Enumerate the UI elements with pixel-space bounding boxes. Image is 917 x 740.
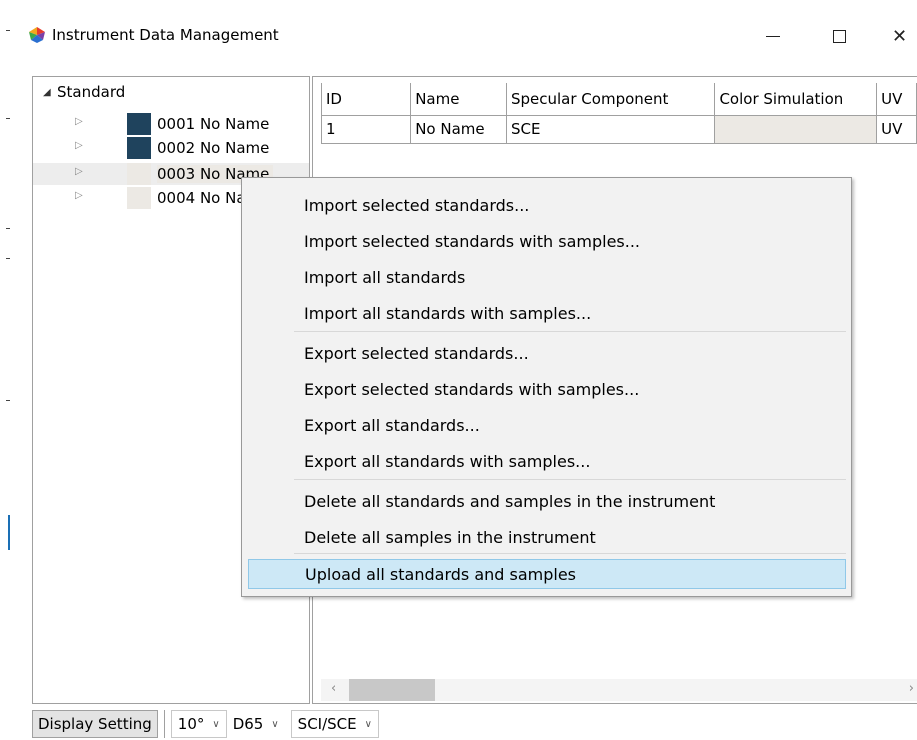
tree-item-label: 0002 No Name bbox=[157, 139, 270, 157]
menu-separator bbox=[294, 479, 846, 480]
collapsed-triangle-icon[interactable]: ▷ bbox=[75, 116, 83, 127]
minimize-button[interactable] bbox=[750, 18, 796, 54]
mode-select[interactable]: SCI/SCE ∨ bbox=[290, 710, 379, 738]
menu-item-import-all-with-samples[interactable]: Import all standards with samples... bbox=[248, 298, 846, 328]
instrument-data-window: Instrument Data Management ✕ ◢ Standard … bbox=[0, 0, 917, 740]
scroll-left-icon[interactable]: ‹ bbox=[331, 681, 336, 696]
horizontal-scrollbar[interactable]: ‹ › bbox=[321, 679, 917, 701]
cell-name[interactable]: No Name bbox=[410, 114, 507, 144]
menu-item-export-all[interactable]: Export all standards... bbox=[248, 410, 846, 440]
column-header-uv[interactable]: UV bbox=[876, 83, 917, 116]
column-header-specular[interactable]: Specular Component bbox=[505, 83, 716, 116]
illuminant-select[interactable]: D65 ∨ bbox=[232, 710, 285, 738]
tree-item[interactable]: ▷ 0001 No Name bbox=[33, 113, 309, 135]
observer-select[interactable]: 10° ∨ bbox=[170, 710, 227, 738]
column-header-id[interactable]: ID bbox=[320, 83, 412, 116]
title-bar: Instrument Data Management ✕ bbox=[10, 0, 917, 68]
window-title: Instrument Data Management bbox=[52, 26, 279, 44]
menu-item-delete-standards-and-samples[interactable]: Delete all standards and samples in the … bbox=[248, 486, 846, 516]
grid-header-row: ID Name Specular Component Color Simulat… bbox=[320, 83, 917, 116]
table-row[interactable]: 1 No Name SCE UV bbox=[320, 114, 917, 144]
collapsed-triangle-icon[interactable]: ▷ bbox=[75, 190, 83, 201]
close-button[interactable]: ✕ bbox=[882, 18, 917, 54]
maximize-button[interactable] bbox=[816, 18, 862, 54]
mode-value: SCI/SCE bbox=[297, 715, 357, 733]
collapsed-triangle-icon[interactable]: ▷ bbox=[75, 140, 83, 151]
maximize-icon bbox=[832, 29, 846, 43]
color-swatch bbox=[127, 187, 151, 209]
tree-item-label: 0001 No Name bbox=[157, 115, 270, 133]
palette-icon bbox=[28, 26, 46, 44]
collapsed-triangle-icon[interactable]: ▷ bbox=[75, 166, 83, 177]
cell-uv[interactable]: UV bbox=[876, 114, 917, 144]
column-header-name[interactable]: Name bbox=[410, 83, 507, 116]
color-swatch bbox=[127, 113, 151, 135]
color-swatch bbox=[127, 137, 151, 159]
data-grid[interactable]: ID Name Specular Component Color Simulat… bbox=[320, 83, 917, 144]
menu-separator bbox=[294, 553, 846, 554]
chevron-down-icon: ∨ bbox=[271, 718, 279, 730]
tree-root-label: Standard bbox=[57, 83, 126, 101]
color-swatch bbox=[127, 163, 151, 185]
cell-specular[interactable]: SCE bbox=[505, 114, 716, 144]
menu-item-import-selected-with-samples[interactable]: Import selected standards with samples..… bbox=[248, 226, 846, 256]
menu-item-import-all[interactable]: Import all standards bbox=[248, 262, 846, 292]
menu-item-delete-samples[interactable]: Delete all samples in the instrument bbox=[248, 522, 846, 552]
menu-item-import-selected[interactable]: Import selected standards... bbox=[248, 190, 846, 220]
column-header-color-simulation[interactable]: Color Simulation bbox=[714, 83, 878, 116]
menu-item-export-all-with-samples[interactable]: Export all standards with samples... bbox=[248, 446, 846, 476]
expanded-triangle-icon[interactable]: ◢ bbox=[43, 87, 57, 98]
cell-id[interactable]: 1 bbox=[320, 114, 412, 144]
context-menu: Import selected standards... Import sele… bbox=[241, 177, 852, 597]
scroll-right-icon[interactable]: › bbox=[909, 681, 914, 696]
toolbar-separator bbox=[163, 710, 165, 738]
close-icon: ✕ bbox=[892, 25, 908, 47]
left-window-edge bbox=[0, 0, 10, 740]
menu-item-export-selected[interactable]: Export selected standards... bbox=[248, 338, 846, 368]
scrollbar-thumb[interactable] bbox=[349, 679, 435, 701]
chevron-down-icon: ∨ bbox=[364, 718, 372, 730]
chevron-down-icon: ∨ bbox=[212, 718, 220, 730]
menu-item-upload-all[interactable]: Upload all standards and samples bbox=[248, 559, 846, 589]
cell-color-simulation[interactable] bbox=[714, 114, 878, 144]
display-setting-button[interactable]: Display Setting bbox=[32, 710, 158, 738]
bottom-toolbar: Display Setting 10° ∨ D65 ∨ SCI/SCE ∨ bbox=[32, 708, 385, 740]
tree-root-standard[interactable]: ◢ Standard bbox=[43, 81, 125, 103]
menu-item-export-selected-with-samples[interactable]: Export selected standards with samples..… bbox=[248, 374, 846, 404]
tree-item[interactable]: ▷ 0002 No Name bbox=[33, 137, 309, 159]
observer-value: 10° bbox=[177, 715, 205, 733]
illuminant-value: D65 bbox=[232, 715, 264, 733]
menu-separator bbox=[294, 331, 846, 332]
minimize-icon bbox=[766, 35, 780, 37]
